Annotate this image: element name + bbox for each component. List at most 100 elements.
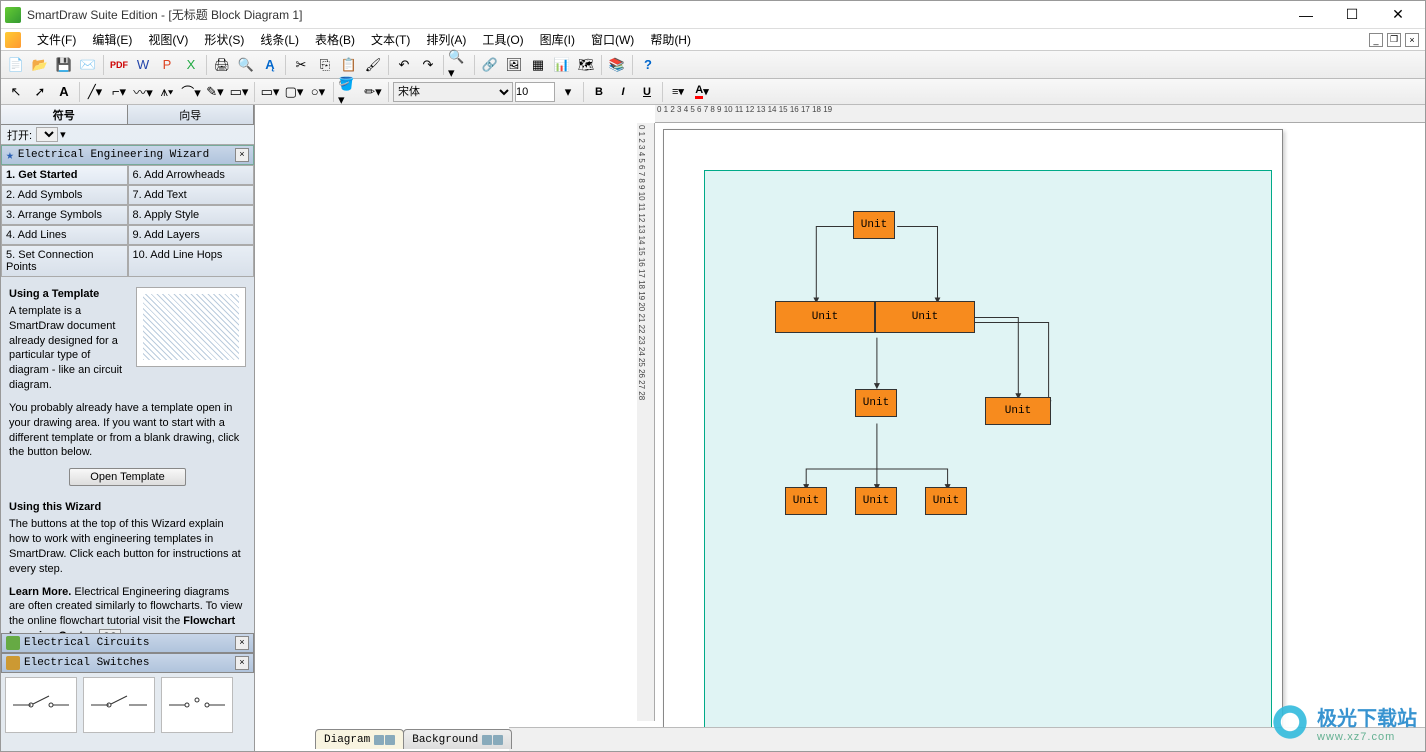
text-color-button[interactable]: A▾: [691, 82, 713, 102]
bold-button[interactable]: B: [588, 82, 610, 102]
chart-icon[interactable]: 📊: [551, 54, 573, 76]
italic-button[interactable]: I: [612, 82, 634, 102]
arc-tool-icon[interactable]: ⌒▾: [180, 81, 202, 103]
help-icon[interactable]: ?: [637, 54, 659, 76]
curve-tool-icon[interactable]: 〰▾: [132, 81, 154, 103]
freehand-tool-icon[interactable]: ✎▾: [204, 81, 226, 103]
print-icon[interactable]: 🖨: [211, 54, 233, 76]
switch-symbol-1[interactable]: [5, 677, 77, 733]
polyline-tool-icon[interactable]: ⩚▾: [156, 81, 178, 103]
step-9[interactable]: 9. Add Layers: [128, 225, 255, 245]
library-icon[interactable]: 📚: [606, 54, 628, 76]
line-tool-icon[interactable]: ╱▾: [84, 81, 106, 103]
step-5[interactable]: 5. Set Connection Points: [1, 245, 128, 277]
image-icon[interactable]: 🖼: [503, 54, 525, 76]
menu-text[interactable]: 文本(T): [363, 29, 418, 50]
block-unit[interactable]: Unit: [925, 487, 967, 515]
shelf-switches-header[interactable]: Electrical Switches ×: [1, 653, 254, 673]
save-icon[interactable]: 💾: [53, 54, 75, 76]
block-unit[interactable]: Unit: [855, 487, 897, 515]
block-unit[interactable]: Unit: [785, 487, 827, 515]
pdf-icon[interactable]: PDF: [108, 54, 130, 76]
menu-view[interactable]: 视图(V): [140, 29, 196, 50]
tab-background[interactable]: Background: [403, 729, 512, 749]
open-template-button[interactable]: Open Template: [69, 468, 185, 486]
menu-table[interactable]: 表格(B): [307, 29, 363, 50]
fill-color-icon[interactable]: 🪣▾: [338, 81, 360, 103]
shape-tool-icon[interactable]: ▭▾: [228, 81, 250, 103]
arrow-tool-icon[interactable]: ➚: [29, 81, 51, 103]
step-7[interactable]: 7. Add Text: [128, 185, 255, 205]
align-button[interactable]: ≡▾: [667, 82, 689, 102]
undo-icon[interactable]: ↶: [393, 54, 415, 76]
map-icon[interactable]: 🗺: [575, 54, 597, 76]
page[interactable]: Unit Unit Unit Unit Unit Unit Unit Unit …: [663, 129, 1283, 751]
switch-symbol-2[interactable]: [83, 677, 155, 733]
open-select[interactable]: [36, 127, 58, 142]
menu-edit[interactable]: 编辑(E): [84, 29, 140, 50]
minimize-button[interactable]: —: [1283, 1, 1329, 29]
format-painter-icon[interactable]: 🖌: [362, 54, 384, 76]
block-unit[interactable]: Unit: [853, 211, 895, 239]
font-name-select[interactable]: 宋体: [393, 82, 513, 102]
menu-help[interactable]: 帮助(H): [642, 29, 699, 50]
word-icon[interactable]: W: [132, 54, 154, 76]
mdi-restore-icon[interactable]: ❐: [1387, 33, 1401, 47]
wizard-close-icon[interactable]: ×: [235, 148, 249, 162]
block-unit[interactable]: Unit: [875, 301, 975, 333]
roundrect-shape-icon[interactable]: ▢▾: [283, 81, 305, 103]
cut-icon[interactable]: ✂: [290, 54, 312, 76]
paste-icon[interactable]: 📋: [338, 54, 360, 76]
menu-library[interactable]: 图库(I): [532, 29, 583, 50]
table-icon[interactable]: ▦: [527, 54, 549, 76]
menu-line[interactable]: 线条(L): [252, 29, 307, 50]
close-button[interactable]: ✕: [1375, 1, 1421, 29]
pointer-icon[interactable]: ↖: [5, 81, 27, 103]
app-menu-icon[interactable]: [5, 32, 21, 48]
block-unit[interactable]: Unit: [775, 301, 875, 333]
step-2[interactable]: 2. Add Symbols: [1, 185, 128, 205]
menu-file[interactable]: 文件(F): [29, 29, 84, 50]
excel-icon[interactable]: X: [180, 54, 202, 76]
block-unit[interactable]: Unit: [985, 397, 1051, 425]
step-1[interactable]: 1. Get Started: [1, 165, 128, 185]
new-icon[interactable]: 📄: [5, 54, 27, 76]
text-tool-icon[interactable]: A: [53, 81, 75, 103]
step-6[interactable]: 6. Add Arrowheads: [128, 165, 255, 185]
menu-window[interactable]: 窗口(W): [583, 29, 642, 50]
switch-symbol-3[interactable]: [161, 677, 233, 733]
print-preview-icon[interactable]: 🔍: [235, 54, 257, 76]
shelf2-close-icon[interactable]: ×: [235, 656, 249, 670]
ellipse-shape-icon[interactable]: ○▾: [307, 81, 329, 103]
tab-symbols[interactable]: 符号: [1, 105, 128, 124]
connector-tool-icon[interactable]: ⌐▾: [108, 81, 130, 103]
canvas[interactable]: 0 1 2 3 4 5 6 7 8 9 10 11 12 13 14 15 16…: [255, 105, 1425, 751]
step-10[interactable]: 10. Add Line Hops: [128, 245, 255, 277]
font-size-input[interactable]: [515, 82, 555, 102]
maximize-button[interactable]: ☐: [1329, 1, 1375, 29]
copy-icon[interactable]: ⎘: [314, 54, 336, 76]
step-8[interactable]: 8. Apply Style: [128, 205, 255, 225]
open-icon[interactable]: 📂: [29, 54, 51, 76]
tab-diagram[interactable]: Diagram: [315, 729, 404, 749]
menu-arrange[interactable]: 排列(A): [418, 29, 474, 50]
shelf-circuits-header[interactable]: Electrical Circuits ×: [1, 633, 254, 653]
redo-icon[interactable]: ↷: [417, 54, 439, 76]
font-size-dropdown-icon[interactable]: ▾: [557, 81, 579, 103]
underline-button[interactable]: U: [636, 82, 658, 102]
step-3[interactable]: 3. Arrange Symbols: [1, 205, 128, 225]
line-color-icon[interactable]: ✏▾: [362, 81, 384, 103]
shelf1-close-icon[interactable]: ×: [235, 636, 249, 650]
powerpoint-icon[interactable]: P: [156, 54, 178, 76]
rect-shape-icon[interactable]: ▭▾: [259, 81, 281, 103]
mdi-close-icon[interactable]: ×: [1405, 33, 1419, 47]
block-unit[interactable]: Unit: [855, 389, 897, 417]
mdi-minimize-icon[interactable]: _: [1369, 33, 1383, 47]
step-4[interactable]: 4. Add Lines: [1, 225, 128, 245]
menu-tools[interactable]: 工具(O): [474, 29, 531, 50]
menu-shape[interactable]: 形状(S): [196, 29, 252, 50]
zoom-icon[interactable]: 🔍▾: [448, 54, 470, 76]
spellcheck-icon[interactable]: Ą: [259, 54, 281, 76]
hyperlink-icon[interactable]: 🔗: [479, 54, 501, 76]
email-icon[interactable]: ✉️: [77, 54, 99, 76]
